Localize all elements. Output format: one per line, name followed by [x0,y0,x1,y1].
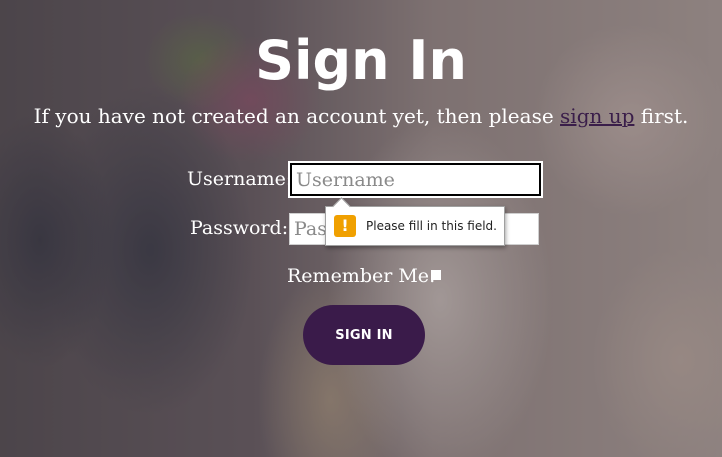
sign-in-button[interactable]: SIGN IN [303,305,425,365]
signup-prompt-prefix: If you have not created an account yet, … [33,104,561,128]
validation-tooltip: ! Please fill in this field. [325,197,505,246]
remember-me-label: Remember Me: [287,265,436,287]
page-title: Sign In [255,29,467,92]
warning-icon: ! [334,215,356,237]
username-input[interactable] [288,161,543,198]
signup-prompt: If you have not created an account yet, … [0,103,722,129]
signup-prompt-suffix: first. [634,104,689,128]
username-label: Username: [187,168,293,190]
remember-me-checkbox[interactable] [431,270,441,280]
password-label: Password: [190,217,289,239]
signup-link[interactable]: sign up [560,104,634,128]
validation-message: Please fill in this field. [366,219,497,233]
